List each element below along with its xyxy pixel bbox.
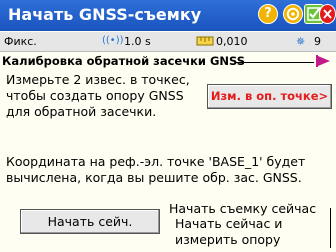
- group-title: Начать съемку сейчас: [169, 201, 317, 217]
- section-divider: [235, 62, 314, 63]
- start-desc-line: Начать сейчас и: [175, 216, 283, 231]
- solution-mode: Фикс.: [4, 35, 37, 48]
- satellite-count: 9: [314, 35, 321, 48]
- title-bar: Начать GNSS-съемку ?: [0, 0, 336, 31]
- status-bar: Фикс. ((•)) 1.0 s 0,010 ✵ 9: [0, 32, 336, 52]
- interval-value: 1.0 s: [124, 35, 151, 48]
- precision-value: 0,010: [216, 35, 248, 48]
- start-now-button[interactable]: Начать сейч.: [20, 209, 160, 234]
- start-desc-line: измерить опору: [175, 232, 281, 247]
- gear-icon[interactable]: [283, 4, 303, 24]
- section-arrow-icon[interactable]: [316, 53, 332, 72]
- section-title: Калибровка обратной засечки GNSS: [2, 54, 246, 68]
- precision-icon: [196, 35, 214, 50]
- window-title: Начать GNSS-съемку: [8, 5, 202, 24]
- info-line: вычислена, когда вы решите обр. зас. GNS…: [6, 170, 302, 185]
- measure-control-point-button[interactable]: Изм. в оп. точке>: [207, 84, 332, 109]
- section-header: Калибровка обратной засечки GNSS: [2, 54, 334, 70]
- help-icon[interactable]: ?: [258, 4, 278, 24]
- info-line: Координата на реф.-эл. точке 'BASE_1' бу…: [6, 154, 306, 169]
- satellite-icon: ✵: [296, 35, 306, 48]
- close-icon[interactable]: [319, 4, 336, 24]
- instruction-line: для обратной засечки.: [6, 104, 157, 119]
- instruction-line: чтобы создать опору GNSS: [6, 88, 184, 103]
- group-border: [330, 208, 331, 248]
- interval-icon: ((•)): [102, 35, 124, 46]
- instruction-line: Измерьте 2 извес. в точкес,: [6, 72, 190, 87]
